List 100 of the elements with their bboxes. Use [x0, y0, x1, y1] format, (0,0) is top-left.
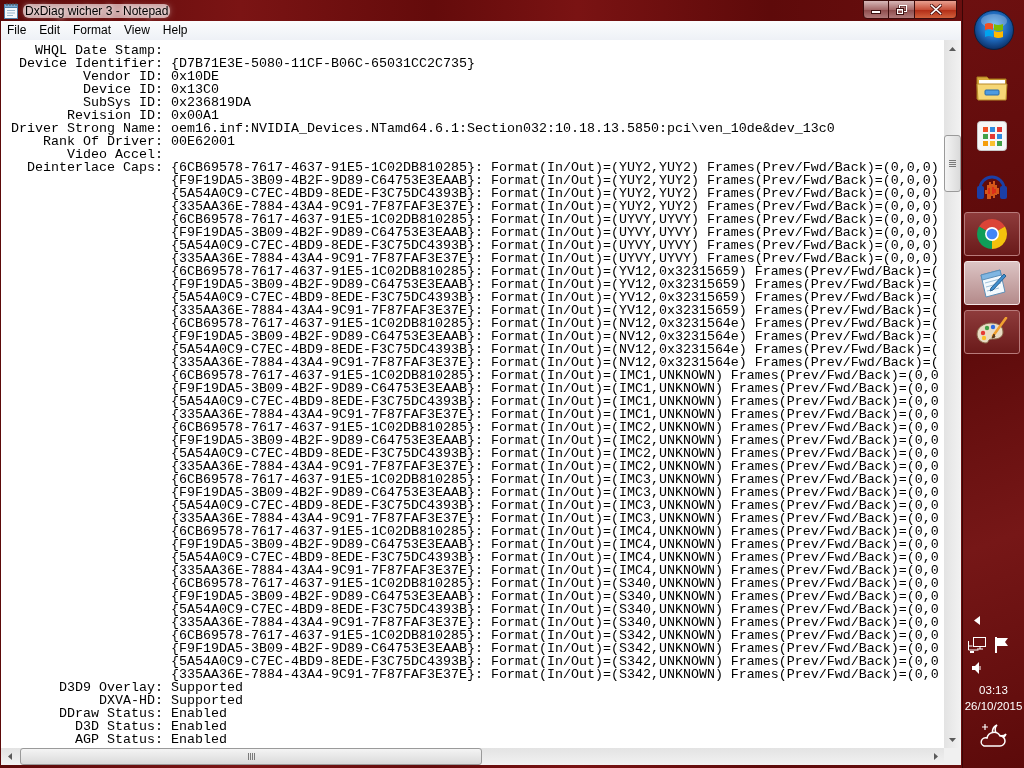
caps-entry: {6CB69578-7617-4637-91E5-1C02DB810285}: Format(In/Out)=(UYVY,UYVY) Frames(Prev/Fwd/Back)=(0,0,0): [171, 213, 939, 226]
field-label: Device ID:: [83, 83, 163, 96]
scrollbar-thumb[interactable]: [20, 748, 482, 765]
field-value: Supported: [171, 681, 243, 694]
caps-entry: {6CB69578-7617-4637-91E5-1C02DB810285}: Format(In/Out)=(YUY2,YUY2) Frames(Prev/Fwd/Back)=(0,0,0): [171, 161, 939, 174]
field-value: 0x13C0: [171, 83, 219, 96]
field-value: 0x10DE: [171, 70, 219, 83]
caps-entry: {6CB69578-7617-4637-91E5-1C02DB810285}: Format(In/Out)=(IMC4,UNKNOWN) Frames(Prev/Fwd/Back)=(0,0: [171, 525, 939, 538]
field-value: 00E62001: [171, 135, 235, 148]
notepad-icon: [4, 2, 18, 19]
caps-entry: {F9F19DA5-3B09-4B2F-9D89-C64753E3EAAB}: Format(In/Out)=(YV12,0x32315659) Frames(Prev/Fwd/Back)=(: [171, 278, 939, 291]
caps-entry: {335AA36E-7884-43A4-9C91-7F87FAF3E37E}: Format(In/Out)=(NV12,0x3231564e) Frames(Prev/Fwd/Back)=(: [171, 356, 939, 369]
caps-entry: {6CB69578-7617-4637-91E5-1C02DB810285}: Format(In/Out)=(IMC1,UNKNOWN) Frames(Prev/Fwd/Back)=(0,0: [171, 369, 939, 382]
speaker-icon[interactable]: [972, 662, 981, 674]
field-label: Device Identifier:: [19, 57, 163, 70]
caps-entry: {F9F19DA5-3B09-4B2F-9D89-C64753E3EAAB}: Format(In/Out)=(IMC2,UNKNOWN) Frames(Prev/Fwd/Back)=(0,0: [171, 434, 939, 447]
minimize-button[interactable]: [863, 0, 889, 19]
field-label: D3D Status:: [75, 720, 163, 733]
caps-entry: {6CB69578-7617-4637-91E5-1C02DB810285}: Format(In/Out)=(YV12,0x32315659) Frames(Prev/Fwd/Back)=(: [171, 265, 939, 278]
caps-entry: {5A54A0C9-C7EC-4BD9-8EDE-F3C75DC4393B}: Format(In/Out)=(IMC1,UNKNOWN) Frames(Prev/Fwd/Back)=(0,0: [171, 395, 939, 408]
cloud-moon-icon[interactable]: [978, 722, 1009, 748]
menu-item[interactable]: Edit: [33, 22, 67, 39]
caps-entry: {335AA36E-7884-43A4-9C91-7F87FAF3E37E}: Format(In/Out)=(YV12,0x32315659) Frames(Prev/Fwd/Back)=(: [171, 304, 939, 317]
caps-entry: {335AA36E-7884-43A4-9C91-7F87FAF3E37E}: Format(In/Out)=(UYVY,UYVY) Frames(Prev/Fwd/Back)=(0,0,0): [171, 252, 939, 265]
caps-entry: {335AA36E-7884-43A4-9C91-7F87FAF3E37E}: Format(In/Out)=(IMC1,UNKNOWN) Frames(Prev/Fwd/Back)=(0,0: [171, 408, 939, 421]
field-label: WHQL Date Stamp:: [35, 44, 163, 57]
grip-icon: [949, 160, 956, 167]
field-label: Deinterlace Caps:: [27, 161, 163, 174]
field-value: 0x236819DA: [171, 96, 251, 109]
caps-entry: {5A54A0C9-C7EC-4BD9-8EDE-F3C75DC4393B}: Format(In/Out)=(IMC3,UNKNOWN) Frames(Prev/Fwd/Back)=(0,0: [171, 499, 939, 512]
up-arrow-icon[interactable]: [949, 46, 956, 51]
horizontal-scrollbar[interactable]: [1, 748, 944, 765]
caps-entry: {6CB69578-7617-4637-91E5-1C02DB810285}: Format(In/Out)=(IMC2,UNKNOWN) Frames(Prev/Fwd/Back)=(0,0: [171, 421, 939, 434]
taskbar-button[interactable]: [964, 310, 1020, 354]
caps-entry: {5A54A0C9-C7EC-4BD9-8EDE-F3C75DC4393B}: Format(In/Out)=(S340,UNKNOWN) Frames(Prev/Fwd/Back)=(0,0: [171, 603, 939, 616]
right-arrow-icon[interactable]: [933, 753, 938, 760]
field-label: DDraw Status:: [59, 707, 163, 720]
field-label: Rank Of Driver:: [43, 135, 163, 148]
round-logo-icon: [977, 219, 1007, 249]
field-label: D3D9 Overlay:: [59, 681, 163, 694]
restore-button[interactable]: [889, 0, 914, 19]
field-value: Enabled: [171, 707, 227, 720]
notepad-icon: [977, 268, 1007, 298]
restore-icon: [896, 4, 907, 15]
field-value: 0x00A1: [171, 109, 219, 122]
left-arrow-icon[interactable]: [974, 616, 980, 625]
flag-icon[interactable]: [995, 637, 1009, 653]
minimize-icon: [871, 9, 881, 14]
clock-time[interactable]: 03:13: [979, 684, 1008, 697]
menu-item[interactable]: Help: [156, 22, 194, 39]
taskbar-button[interactable]: [964, 212, 1020, 256]
field-value: Enabled: [171, 733, 227, 746]
caps-entry: {335AA36E-7884-43A4-9C91-7F87FAF3E37E}: Format(In/Out)=(S340,UNKNOWN) Frames(Prev/Fwd/Back)=(0,0: [171, 616, 939, 629]
scrollbar-corner: [944, 748, 961, 765]
scrollbar-thumb[interactable]: [944, 135, 961, 192]
caps-entry: {5A54A0C9-C7EC-4BD9-8EDE-F3C75DC4393B}: Format(In/Out)=(UYVY,UYVY) Frames(Prev/Fwd/Back)=(0,0,0): [171, 239, 939, 252]
caps-entry: {5A54A0C9-C7EC-4BD9-8EDE-F3C75DC4393B}: Format(In/Out)=(YV12,0x32315659) Frames(Prev/Fwd/Back)=(: [171, 291, 939, 304]
caps-entry: {6CB69578-7617-4637-91E5-1C02DB810285}: Format(In/Out)=(NV12,0x3231564e) Frames(Prev/Fwd/Back)=(: [171, 317, 939, 330]
field-label: Vendor ID:: [83, 70, 163, 83]
field-label: DXVA-HD:: [99, 694, 163, 707]
caps-entry: {335AA36E-7884-43A4-9C91-7F87FAF3E37E}: Format(In/Out)=(S342,UNKNOWN) Frames(Prev/Fwd/Back)=(0,0: [171, 668, 939, 681]
vertical-scrollbar[interactable]: [944, 40, 961, 748]
start-orb-icon[interactable]: [973, 10, 1014, 50]
caps-entry: {F9F19DA5-3B09-4B2F-9D89-C64753E3EAAB}: Format(In/Out)=(UYVY,UYVY) Frames(Prev/Fwd/Back)=(0,0,0): [171, 226, 939, 239]
caps-entry: {335AA36E-7884-43A4-9C91-7F87FAF3E37E}: Format(In/Out)=(IMC3,UNKNOWN) Frames(Prev/Fwd/Back)=(0,0: [171, 512, 939, 525]
menu-item[interactable]: Format: [67, 22, 118, 39]
close-button[interactable]: [914, 0, 957, 19]
folder-icon[interactable]: [976, 73, 1008, 101]
tile-grid-icon[interactable]: [977, 121, 1007, 151]
caps-entry: {335AA36E-7884-43A4-9C91-7F87FAF3E37E}: Format(In/Out)=(IMC4,UNKNOWN) Frames(Prev/Fwd/Back)=(0,0: [171, 564, 939, 577]
field-label: Video Accel:: [67, 148, 163, 161]
caps-entry: {6CB69578-7617-4637-91E5-1C02DB810285}: Format(In/Out)=(IMC3,UNKNOWN) Frames(Prev/Fwd/Back)=(0,0: [171, 473, 939, 486]
caps-entry: {5A54A0C9-C7EC-4BD9-8EDE-F3C75DC4393B}: Format(In/Out)=(IMC2,UNKNOWN) Frames(Prev/Fwd/Back)=(0,0: [171, 447, 939, 460]
field-label: Revision ID:: [67, 109, 163, 122]
caps-entry: {F9F19DA5-3B09-4B2F-9D89-C64753E3EAAB}: Format(In/Out)=(NV12,0x3231564e) Frames(Prev/Fwd/Back)=(: [171, 330, 939, 343]
caps-entry: {5A54A0C9-C7EC-4BD9-8EDE-F3C75DC4393B}: Format(In/Out)=(YUY2,YUY2) Frames(Prev/Fwd/Back)=(0,0,0): [171, 187, 939, 200]
caps-entry: {F9F19DA5-3B09-4B2F-9D89-C64753E3EAAB}: Format(In/Out)=(IMC4,UNKNOWN) Frames(Prev/Fwd/Back)=(0,0: [171, 538, 939, 551]
caps-entry: {F9F19DA5-3B09-4B2F-9D89-C64753E3EAAB}: Format(In/Out)=(IMC1,UNKNOWN) Frames(Prev/Fwd/Back)=(0,0: [171, 382, 939, 395]
left-arrow-icon[interactable]: [7, 753, 12, 760]
field-value: Enabled: [171, 720, 227, 733]
field-value: {D7B71E3E-5080-11CF-B06C-65031CC2C735}: [171, 57, 475, 70]
caps-entry: {335AA36E-7884-43A4-9C91-7F87FAF3E37E}: Format(In/Out)=(YUY2,YUY2) Frames(Prev/Fwd/Back)=(0,0,0): [171, 200, 939, 213]
caps-entry: {6CB69578-7617-4637-91E5-1C02DB810285}: Format(In/Out)=(S342,UNKNOWN) Frames(Prev/Fwd/Back)=(0,0: [171, 629, 939, 642]
field-value: Supported: [171, 694, 243, 707]
clock-date[interactable]: 26/10/2015: [964, 700, 1023, 713]
caps-entry: {F9F19DA5-3B09-4B2F-9D89-C64753E3EAAB}: Format(In/Out)=(S342,UNKNOWN) Frames(Prev/Fwd/Back)=(0,0: [171, 642, 939, 655]
palette-icon: [976, 317, 1008, 347]
down-arrow-icon[interactable]: [949, 737, 956, 742]
caps-entry: {5A54A0C9-C7EC-4BD9-8EDE-F3C75DC4393B}: Format(In/Out)=(IMC4,UNKNOWN) Frames(Prev/Fwd/Back)=(0,0: [171, 551, 939, 564]
field-label: SubSys ID:: [83, 96, 163, 109]
caps-entry: {335AA36E-7884-43A4-9C91-7F87FAF3E37E}: Format(In/Out)=(IMC2,UNKNOWN) Frames(Prev/Fwd/Back)=(0,0: [171, 460, 939, 473]
menu-item[interactable]: View: [118, 22, 156, 39]
field-label: Driver Strong Name:: [11, 122, 163, 135]
caps-entry: {5A54A0C9-C7EC-4BD9-8EDE-F3C75DC4393B}: Format(In/Out)=(S342,UNKNOWN) Frames(Prev/Fwd/Back)=(0,0: [171, 655, 939, 668]
network-icon[interactable]: [968, 637, 986, 653]
caps-entry: {F9F19DA5-3B09-4B2F-9D89-C64753E3EAAB}: Format(In/Out)=(YUY2,YUY2) Frames(Prev/Fwd/Back)=(0,0,0): [171, 174, 939, 187]
menu-item[interactable]: File: [1, 22, 33, 39]
caps-entry: {F9F19DA5-3B09-4B2F-9D89-C64753E3EAAB}: Format(In/Out)=(IMC3,UNKNOWN) Frames(Prev/Fwd/Back)=(0,0: [171, 486, 939, 499]
caps-entry: {6CB69578-7617-4637-91E5-1C02DB810285}: Format(In/Out)=(S340,UNKNOWN) Frames(Prev/Fwd/Back)=(0,0: [171, 577, 939, 590]
caps-entry: {F9F19DA5-3B09-4B2F-9D89-C64753E3EAAB}: Format(In/Out)=(S340,UNKNOWN) Frames(Prev/Fwd/Back)=(0,0: [171, 590, 939, 603]
